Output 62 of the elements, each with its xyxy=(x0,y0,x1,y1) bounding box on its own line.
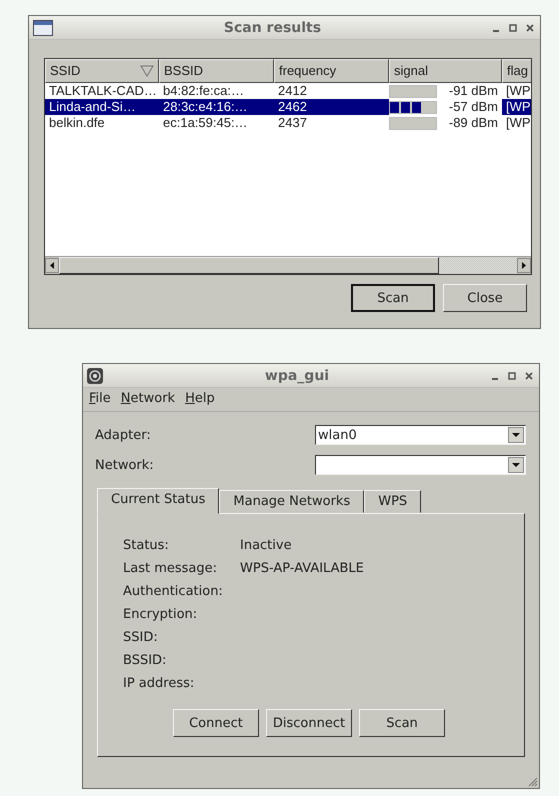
field-label: Network: xyxy=(95,458,154,472)
action-button[interactable]: Scan xyxy=(359,709,445,737)
column-header[interactable]: frequency xyxy=(274,59,389,83)
column-header[interactable]: BSSID xyxy=(159,59,274,83)
table-cell-text: 2437 xyxy=(277,115,308,131)
maximize-icon[interactable] xyxy=(508,372,516,380)
window-title: Scan results xyxy=(222,20,322,36)
table-cell: Linda-and-Si… xyxy=(45,99,159,115)
table-row[interactable]: TALKTALK-CAD… b4:82:fe:ca:… 2412 -91 dBm [WP xyxy=(45,83,531,99)
signal-meter xyxy=(389,84,437,98)
status-value: Inactive xyxy=(240,537,293,554)
signal-meter xyxy=(389,116,437,130)
table-cell-text: ec:1a:59:45:… xyxy=(162,115,249,131)
table-cell-text: belkin.dfe xyxy=(48,115,106,131)
table-cell: 2462 xyxy=(274,99,389,115)
menu-item[interactable]: File xyxy=(89,391,111,408)
column-header[interactable]: flag xyxy=(502,59,531,83)
horizontal-scrollbar[interactable] xyxy=(45,256,531,274)
table-cell-text: b4:82:fe:ca:… xyxy=(162,83,245,99)
table-cell: 28:3c:e4:16:… xyxy=(159,99,274,115)
table-row[interactable]: Linda-and-Si… 28:3c:e4:16:… 2462 -57 dBm [WP xyxy=(45,99,531,115)
table-row[interactable]: belkin.dfe ec:1a:59:45:… 2437 -89 dBm [WP xyxy=(45,115,531,131)
tab[interactable]: WPS xyxy=(364,490,422,513)
menu-item[interactable]: Network xyxy=(120,391,176,408)
action-button[interactable]: Disconnect xyxy=(266,709,352,737)
action-button[interactable]: Connect xyxy=(173,709,259,737)
dropdown-field[interactable]: wlan0 xyxy=(315,425,526,445)
app-icon[interactable] xyxy=(87,368,103,384)
column-header[interactable]: signal xyxy=(389,59,502,83)
table-cell-text: TALKTALK-CAD… xyxy=(48,83,158,99)
status-label: Status: xyxy=(123,537,170,554)
resize-grip-icon[interactable] xyxy=(526,775,538,787)
window-icon[interactable] xyxy=(33,20,53,36)
window-title: wpa_gui xyxy=(264,368,330,384)
menu-item[interactable]: Help xyxy=(185,391,215,408)
status-label: IP address: xyxy=(123,675,196,692)
scroll-right-icon[interactable] xyxy=(517,258,531,273)
table-cell: [WP xyxy=(502,99,531,115)
status-label: Last message: xyxy=(123,560,218,577)
status-value: WPS-AP-AVAILABLE xyxy=(240,560,365,577)
tab[interactable]: Manage Networks xyxy=(219,490,364,513)
table-cell-text: [WP xyxy=(505,115,531,131)
dialog-button[interactable]: Close xyxy=(443,284,527,312)
close-icon[interactable] xyxy=(526,24,534,32)
dropdown-field[interactable] xyxy=(315,455,526,475)
signal-reading: -89 dBm xyxy=(448,115,499,131)
column-header[interactable]: SSID xyxy=(45,59,159,83)
status-label: BSSID: xyxy=(123,652,168,669)
maximize-icon[interactable] xyxy=(509,24,517,32)
status-label: Authentication: xyxy=(123,583,224,600)
status-label: SSID: xyxy=(123,629,159,646)
signal-reading: -91 dBm xyxy=(448,83,499,99)
scroll-left-icon[interactable] xyxy=(45,258,59,273)
table-cell-text: 2412 xyxy=(277,83,308,99)
table-cell-text: [WP xyxy=(505,83,531,99)
scroll-thumb[interactable] xyxy=(59,257,439,274)
field-label: Adapter: xyxy=(95,428,151,442)
signal-reading: -57 dBm xyxy=(448,99,499,115)
dialog-button[interactable]: Scan xyxy=(351,284,435,312)
status-label: Encryption: xyxy=(123,606,198,623)
tab[interactable]: Current Status xyxy=(97,488,220,514)
close-icon[interactable] xyxy=(525,372,533,380)
